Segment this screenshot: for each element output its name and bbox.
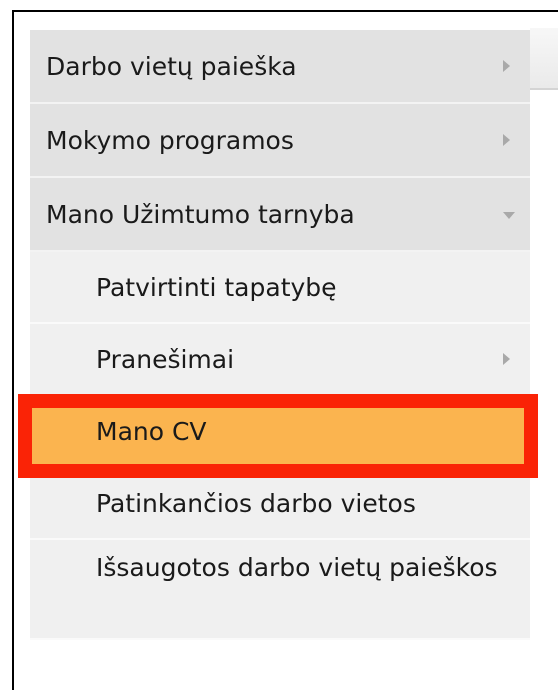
chevron-right-icon xyxy=(503,353,510,365)
submenu-item-notifications[interactable]: Pranešimai xyxy=(30,324,530,396)
chevron-right-icon xyxy=(503,60,510,72)
menu-item-label: Mokymo programos xyxy=(46,125,294,155)
submenu-item-label: Patvirtinti tapatybę xyxy=(96,272,337,302)
menu-item-my-employment-service[interactable]: Mano Užimtumo tarnyba xyxy=(30,178,530,252)
selection-highlight-box xyxy=(18,394,538,478)
menu-item-job-search[interactable]: Darbo vietų paieška xyxy=(30,30,530,104)
chevron-down-icon xyxy=(503,212,515,219)
side-menu: Darbo vietų paieška Mokymo programos Man… xyxy=(30,30,530,640)
submenu-item-confirm-identity[interactable]: Patvirtinti tapatybę xyxy=(30,252,530,324)
menu-item-label: Mano Užimtumo tarnyba xyxy=(46,199,355,229)
adjacent-panel-edge xyxy=(530,28,558,88)
menu-item-training-programs[interactable]: Mokymo programos xyxy=(30,104,530,178)
adjacent-panel-divider xyxy=(530,88,558,90)
submenu-item-label: Patinkančios darbo vietos xyxy=(96,488,416,518)
chevron-right-icon xyxy=(503,134,510,146)
menu-item-label: Darbo vietų paieška xyxy=(46,51,297,81)
submenu-item-label: Išsaugotos darbo vietų paieškos xyxy=(96,553,498,582)
submenu-item-label: Pranešimai xyxy=(96,344,235,374)
submenu-item-liked-jobs[interactable]: Patinkančios darbo vietos xyxy=(30,468,530,540)
submenu-item-saved-searches[interactable]: Išsaugotos darbo vietų paieškos xyxy=(30,540,530,640)
